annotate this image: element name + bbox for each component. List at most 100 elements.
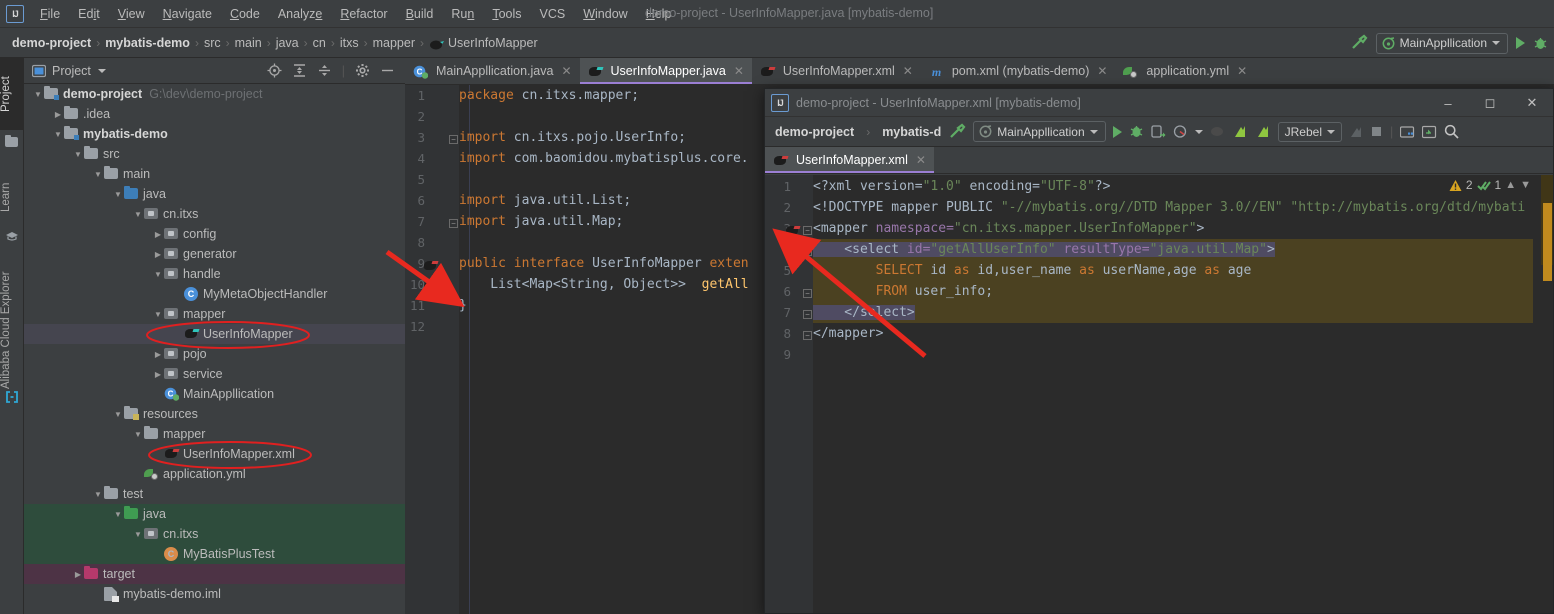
editor-tab-application-yml[interactable]: application.yml ✕ — [1115, 58, 1255, 84]
tree-node-demo-project[interactable]: ▼ demo-project G:\dev\demo-project — [24, 84, 405, 104]
close-icon[interactable]: ✕ — [916, 153, 926, 167]
scrollbar-thumb[interactable] — [1543, 203, 1552, 281]
project-structure-icon[interactable] — [1400, 125, 1415, 139]
close-icon[interactable]: ✕ — [1097, 64, 1107, 78]
close-icon[interactable]: ✕ — [734, 64, 744, 78]
breadcrumb-item-0[interactable]: demo-project — [775, 125, 854, 139]
tree-node-mybatisplustest[interactable]: C MyBatisPlusTest — [24, 544, 405, 564]
chevron-down-icon[interactable]: ▼ — [92, 170, 104, 179]
tree-node-application-yml[interactable]: application.yml — [24, 464, 405, 484]
breadcrumb-item-2[interactable]: src — [204, 36, 221, 50]
fold-toggle-icon[interactable]: − — [803, 247, 812, 256]
chevron-right-icon[interactable]: ▶ — [152, 370, 164, 379]
chevron-down-icon[interactable]: ▼ — [112, 190, 124, 199]
float-editor-gutter[interactable]: 123−4−56−7−8−9 — [765, 175, 813, 613]
menu-item-navigate[interactable]: Navigate — [154, 4, 221, 24]
build-hammer-icon[interactable] — [1350, 34, 1368, 52]
breadcrumb-item-7[interactable]: mapper — [373, 36, 415, 50]
editor-tab-pom-xml-mybatis-demo-[interactable]: m pom.xml (mybatis-demo) ✕ — [921, 58, 1116, 84]
tree-node-cn-itxs[interactable]: ▼ cn.itxs — [24, 524, 405, 544]
gutter-mybatis-navigate-icon[interactable] — [423, 259, 439, 273]
menu-item-view[interactable]: View — [109, 4, 154, 24]
menu-item-file[interactable]: File — [31, 4, 69, 24]
chevron-down-icon[interactable]: ▼ — [132, 430, 144, 439]
chevron-down-icon[interactable]: ▼ — [1520, 179, 1531, 191]
stop-button[interactable] — [1370, 125, 1383, 138]
tree-node-pojo[interactable]: ▶ pojo — [24, 344, 405, 364]
close-button[interactable]: ✕ — [1511, 89, 1553, 117]
menu-item-tools[interactable]: Tools — [483, 4, 530, 24]
build-hammer-icon[interactable] — [948, 123, 966, 141]
sidebar-tab-project[interactable]: Project — [0, 58, 24, 130]
debug-button[interactable] — [1533, 36, 1548, 51]
expand-all-icon[interactable] — [292, 63, 307, 78]
gear-icon[interactable] — [355, 63, 370, 78]
chevron-down-icon[interactable]: ▼ — [152, 270, 164, 279]
gutter-mybatis-navigate-icon[interactable] — [785, 224, 801, 238]
tree-node-target[interactable]: ▶ target — [24, 564, 405, 584]
tree-node-userinfomapper[interactable]: UserInfoMapper — [24, 324, 405, 344]
breadcrumb-item-1[interactable]: mybatis-demo — [105, 36, 190, 50]
tree-node-main[interactable]: ▼ main — [24, 164, 405, 184]
tree-node-userinfomapper-xml[interactable]: UserInfoMapper.xml — [24, 444, 405, 464]
close-icon[interactable]: ✕ — [561, 64, 571, 78]
chevron-down-icon[interactable]: ▼ — [152, 310, 164, 319]
menu-item-build[interactable]: Build — [397, 4, 443, 24]
xml-editor[interactable]: 123−4−56−7−8−9 <?xml version="1.0" encod… — [765, 175, 1553, 613]
fold-toggle-icon[interactable]: − — [803, 226, 812, 235]
mybatis-run-icon[interactable] — [1210, 125, 1225, 138]
editor-scrollbar[interactable] — [1541, 175, 1553, 613]
close-icon[interactable]: ✕ — [903, 64, 913, 78]
menu-item-code[interactable]: Code — [221, 4, 269, 24]
debug-button[interactable] — [1129, 124, 1144, 139]
tree-node-java[interactable]: ▼ java — [24, 504, 405, 524]
menu-item-analyze[interactable]: Analyze — [269, 4, 331, 24]
tree-node-java[interactable]: ▼ java — [24, 184, 405, 204]
editor-tab-userinfomapper-xml[interactable]: UserInfoMapper.xml ✕ — [752, 58, 921, 84]
fold-toggle-icon[interactable]: − — [449, 135, 458, 144]
chevron-down-icon[interactable]: ▼ — [92, 490, 104, 499]
fold-toggle-icon[interactable]: − — [803, 289, 812, 298]
menu-item-edit[interactable]: Edit — [69, 4, 109, 24]
maximize-button[interactable]: ◻ — [1469, 89, 1511, 117]
float-editor-tab-userinfomapper-xml[interactable]: UserInfoMapper.xml ✕ — [765, 147, 934, 173]
editor-gutter[interactable]: 1 2 3−4 5 6 7−8 9 10 11 12 — [405, 85, 459, 614]
jrebel-selector[interactable]: JRebel — [1277, 121, 1342, 142]
search-icon[interactable] — [1444, 124, 1459, 139]
chevron-down-icon[interactable]: ▼ — [112, 410, 124, 419]
tree-node--idea[interactable]: ▶ .idea — [24, 104, 405, 124]
chevron-down-icon[interactable] — [1194, 129, 1203, 134]
terminal-icon[interactable] — [1422, 125, 1437, 139]
close-icon[interactable]: ✕ — [1237, 64, 1247, 78]
minimize-icon[interactable] — [380, 63, 395, 78]
tree-node-mybatis-demo[interactable]: ▼ mybatis-demo — [24, 124, 405, 144]
chevron-down-icon[interactable]: ▼ — [52, 130, 64, 139]
run-configuration-selector[interactable]: MainAppllication — [1375, 32, 1508, 54]
minimize-button[interactable]: ‒ — [1427, 89, 1469, 117]
chevron-down-icon[interactable]: ▼ — [132, 530, 144, 539]
chevron-right-icon[interactable]: ▶ — [152, 230, 164, 239]
tree-node-config[interactable]: ▶ config — [24, 224, 405, 244]
breadcrumb-item-3[interactable]: main — [235, 36, 262, 50]
chevron-right-icon[interactable]: ▶ — [52, 110, 64, 119]
tree-node-mapper[interactable]: ▼ mapper — [24, 424, 405, 444]
breadcrumb-item-5[interactable]: cn — [313, 36, 326, 50]
chevron-down-icon[interactable] — [97, 68, 106, 73]
chevron-right-icon[interactable]: ▶ — [152, 250, 164, 259]
attach-debugger-icon[interactable] — [1349, 125, 1363, 139]
run-configuration-selector[interactable]: MainAppllication — [973, 121, 1106, 142]
tree-node-handle[interactable]: ▼ handle — [24, 264, 405, 284]
project-tree[interactable]: ▼ demo-project G:\dev\demo-project ▶ .idea ▼ m… — [24, 84, 405, 614]
fold-toggle-icon[interactable]: − — [803, 310, 812, 319]
inspection-widget[interactable]: 2 1 ▲ ▼ — [1449, 178, 1531, 192]
run-button[interactable] — [1112, 125, 1122, 138]
fold-toggle-icon[interactable]: − — [803, 331, 812, 340]
run-button[interactable] — [1516, 37, 1525, 49]
collapse-all-icon[interactable] — [317, 63, 332, 78]
sidebar-tab-alibaba-cloud-explorer[interactable]: Alibaba Cloud Explorer — [0, 254, 24, 406]
tree-node-service[interactable]: ▶ service — [24, 364, 405, 384]
tree-node-mybatis-demo-iml[interactable]: mybatis-demo.iml — [24, 584, 405, 604]
chevron-right-icon[interactable]: ▶ — [152, 350, 164, 359]
gutter-mybatis-navigate-icon[interactable] — [423, 280, 439, 294]
run-with-coverage-icon[interactable] — [1150, 124, 1166, 139]
